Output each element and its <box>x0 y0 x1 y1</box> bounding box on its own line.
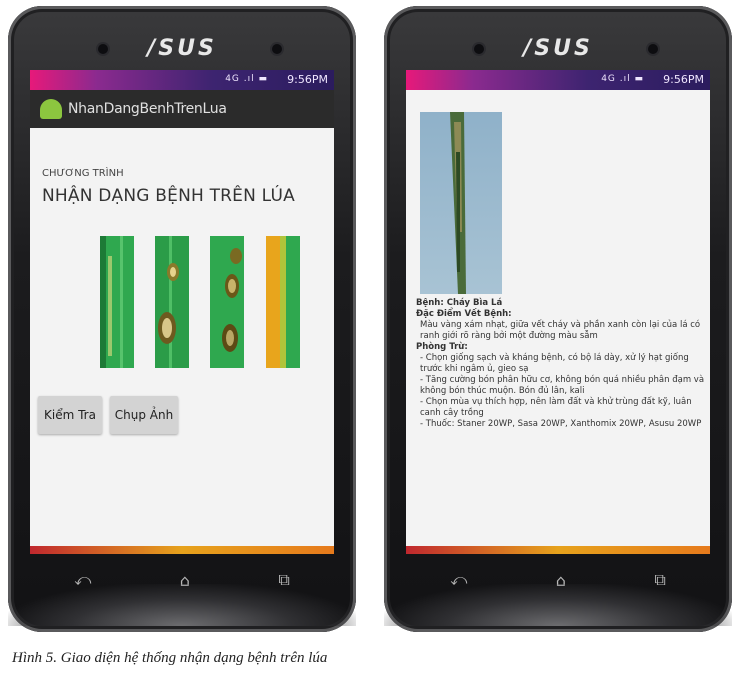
app-bar: NhanDangBenhTrenLua <box>30 90 334 128</box>
signal-icon: 4G .ıl ▬ <box>601 74 644 84</box>
prevention-item: - Thuốc: Staner 20WP, Sasa 20WP, Xanthom… <box>420 419 702 429</box>
features-text: Màu vàng xám nhạt, giữa vết cháy và phần… <box>420 320 701 341</box>
front-camera-icon <box>648 44 658 54</box>
earpiece-icon <box>474 44 484 54</box>
prevention-item: - Tăng cường bón phân hữu cơ, không bón … <box>420 375 705 396</box>
status-time: 9:56PM <box>287 73 328 86</box>
earpiece-icon <box>98 44 108 54</box>
left-screen: 4G .ıl ▬ 9:56PM NhanDangBenhTrenLua CHƯƠ… <box>30 70 334 554</box>
prevention-item: - Chọn mùa vụ thích hợp, nên làm đất và … <box>420 397 692 418</box>
features-heading: Đặc Điểm Vết Bệnh: <box>416 309 512 319</box>
leaf-image-4 <box>266 236 300 368</box>
status-bar: 4G .ıl ▬ 9:56PM <box>406 70 710 90</box>
leaf-image-2 <box>155 236 189 368</box>
signal-icon: 4G .ıl ▬ <box>225 74 268 84</box>
left-phone: /SUS 4G .ıl ▬ 9:56PM NhanDangBenhTrenLua… <box>8 6 356 632</box>
phone-chin <box>384 584 732 626</box>
front-camera-icon <box>272 44 282 54</box>
asus-logo: /SUS <box>147 36 217 61</box>
bottom-strip <box>30 546 334 554</box>
right-phone: /SUS 4G .ıl ▬ 9:56PM Bệnh: Cháy Bìa Lá Đ… <box>384 6 732 632</box>
check-button[interactable]: Kiểm Tra <box>38 396 102 434</box>
disease-info: Bệnh: Cháy Bìa Lá Đặc Điểm Vết Bệnh: Màu… <box>416 298 708 430</box>
android-app-icon <box>40 99 62 119</box>
phone-chin <box>8 584 356 626</box>
asus-logo: /SUS <box>523 36 593 61</box>
prevention-heading: Phòng Trừ: <box>416 342 468 352</box>
program-title: NHẬN DẠNG BỆNH TRÊN LÚA <box>42 186 295 206</box>
figure-caption: Hình 5. Giao diện hệ thống nhận dạng bện… <box>12 650 328 666</box>
disease-name: Bệnh: Cháy Bìa Lá <box>416 298 503 308</box>
capture-photo-button[interactable]: Chụp Ảnh <box>110 396 178 434</box>
program-label: CHƯƠNG TRÌNH <box>42 168 124 179</box>
status-time: 9:56PM <box>663 73 704 86</box>
right-screen: 4G .ıl ▬ 9:56PM Bệnh: Cháy Bìa Lá Đặc Đi… <box>406 70 710 554</box>
prevention-item: - Chọn giống sạch và kháng bệnh, có bộ l… <box>420 353 689 374</box>
app-title: NhanDangBenhTrenLua <box>68 101 227 117</box>
leaf-image-1 <box>100 236 134 368</box>
diseased-leaf-photo <box>420 112 502 294</box>
leaf-image-3 <box>210 236 244 368</box>
bottom-strip <box>406 546 710 554</box>
status-bar: 4G .ıl ▬ 9:56PM <box>30 70 334 90</box>
